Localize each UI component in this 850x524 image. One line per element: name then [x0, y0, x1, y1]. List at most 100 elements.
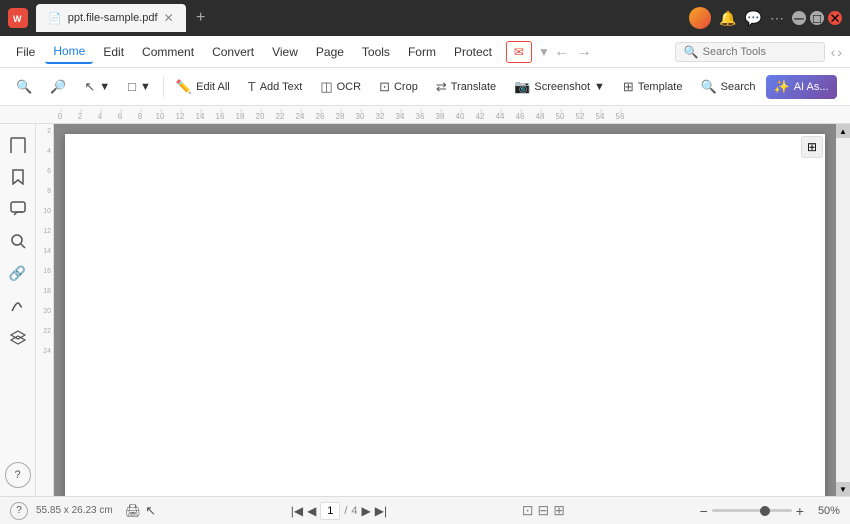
v-mark-4: 6: [47, 168, 51, 188]
total-pages: 4: [351, 505, 357, 517]
window-controls: ─ □ ✕: [792, 11, 842, 25]
menu-tools[interactable]: Tools: [354, 41, 398, 63]
screenshot-dropdown-icon: ▼: [594, 81, 605, 93]
menu-page[interactable]: Page: [308, 41, 352, 63]
search-tools-input[interactable]: [703, 46, 816, 58]
menu-file[interactable]: File: [8, 41, 43, 63]
last-page-button[interactable]: ▶|: [375, 504, 387, 518]
chat-icon[interactable]: 💬: [745, 10, 762, 27]
page-navigation: |◀ ◀ / 4 ▶ ▶|: [291, 502, 387, 520]
notification-icon[interactable]: 🔔: [719, 10, 736, 27]
ocr-label: OCR: [337, 81, 361, 93]
tab-close-icon[interactable]: ✕: [164, 11, 174, 25]
maximize-button[interactable]: □: [810, 11, 824, 25]
search-tools-bar[interactable]: 🔍: [675, 42, 825, 62]
document-area[interactable]: ⊞: [54, 124, 836, 496]
doc-corner-button[interactable]: ⊞: [801, 136, 823, 158]
ruler-mark-8: 8: [130, 112, 150, 121]
ruler-mark-2: 2: [70, 112, 90, 121]
v-mark-22: 24: [43, 348, 51, 368]
nav-back-icon[interactable]: ←: [554, 43, 570, 61]
add-text-icon: T: [248, 79, 256, 94]
nav-arrow-left-icon[interactable]: ‹: [831, 44, 836, 60]
menu-protect[interactable]: Protect: [446, 41, 500, 63]
zoom-plus-icon[interactable]: +: [796, 503, 804, 519]
page-number-input[interactable]: [320, 502, 340, 520]
search-label: Search: [721, 81, 756, 93]
ruler-mark-46: 46: [510, 112, 530, 121]
ruler-mark-44: 44: [490, 112, 510, 121]
ruler-mark-24: 24: [290, 112, 310, 121]
prev-page-button[interactable]: ◀: [307, 504, 316, 518]
zoom-out-button[interactable]: 🔍: [8, 75, 40, 99]
single-page-view-icon[interactable]: ⊡: [522, 502, 534, 519]
minimize-button[interactable]: ─: [792, 11, 806, 25]
v-mark-16: 18: [43, 288, 51, 308]
more-options-icon[interactable]: ⋯: [770, 10, 784, 27]
next-page-button[interactable]: ▶: [362, 504, 371, 518]
ruler-mark-30: 30: [350, 112, 370, 121]
menu-convert[interactable]: Convert: [204, 41, 262, 63]
edit-all-icon: ✏️: [176, 79, 192, 95]
translate-label: Translate: [451, 81, 496, 93]
search-button[interactable]: 🔍 Search: [692, 75, 763, 99]
profile-avatar[interactable]: [689, 7, 711, 29]
tool-attach[interactable]: 🔗: [5, 260, 31, 286]
nav-arrow-right-icon[interactable]: ›: [837, 44, 842, 60]
menu-view[interactable]: View: [264, 41, 306, 63]
template-button[interactable]: ⊞ Template: [615, 75, 691, 99]
tool-help[interactable]: ?: [5, 462, 31, 488]
rect-dropdown-icon: ▼: [140, 81, 151, 93]
scroll-down-button[interactable]: ▼: [836, 482, 850, 496]
scroll-up-button[interactable]: ▲: [836, 124, 850, 138]
cursor-icon[interactable]: ↖: [145, 503, 156, 519]
active-tab[interactable]: 📄 ppt.file-sample.pdf ✕: [36, 4, 186, 32]
menu-home[interactable]: Home: [45, 40, 93, 64]
bottom-bar: ? 55.85 x 26.23 cm 🖨 ↖ |◀ ◀ / 4 ▶ ▶| ⊡ ⊟…: [0, 496, 850, 524]
zoom-minus-icon[interactable]: −: [700, 503, 708, 519]
tool-layers[interactable]: [5, 324, 31, 350]
zoom-thumb[interactable]: [760, 506, 770, 516]
zoom-slider[interactable]: [712, 509, 792, 512]
email-button[interactable]: ✉: [506, 41, 532, 63]
page-tool-icon[interactable]: 🖨: [125, 503, 142, 519]
pdf-page: ⊞: [65, 134, 825, 496]
translate-button[interactable]: ⇄ Translate: [428, 75, 504, 99]
edit-all-label: Edit All: [196, 81, 230, 93]
rect-button[interactable]: □ ▼: [120, 75, 159, 98]
tool-signature[interactable]: [5, 292, 31, 318]
two-page-view-icon[interactable]: ⊞: [553, 502, 565, 519]
ruler-mark-48: 48: [530, 112, 550, 121]
new-tab-button[interactable]: +: [190, 7, 212, 29]
ruler-mark-12: 12: [170, 112, 190, 121]
ruler-mark-52: 52: [570, 112, 590, 121]
tab-file-icon: 📄: [48, 12, 62, 25]
rect-icon: □: [128, 79, 136, 94]
screenshot-button[interactable]: 📷 Screenshot ▼: [506, 75, 613, 99]
ai-button[interactable]: ✨ AI As...: [766, 75, 837, 99]
menu-edit[interactable]: Edit: [95, 41, 132, 63]
help-button[interactable]: ?: [10, 502, 28, 520]
nav-forward-icon[interactable]: →: [576, 43, 592, 61]
tool-comment[interactable]: [5, 196, 31, 222]
menu-form[interactable]: Form: [400, 41, 444, 63]
menu-comment[interactable]: Comment: [134, 41, 202, 63]
v-mark-12: 14: [43, 248, 51, 268]
zoom-in-button[interactable]: 🔎: [42, 75, 74, 99]
close-button[interactable]: ✕: [828, 11, 842, 25]
horizontal-ruler: 0 2 4 6 8 10 12 14 16 18 20 22 24 26 28 …: [0, 106, 850, 124]
select-button[interactable]: ↖ ▼: [76, 75, 118, 99]
dropdown-arrow-icon[interactable]: ▼: [538, 45, 550, 59]
add-text-button[interactable]: T Add Text: [240, 75, 311, 98]
first-page-button[interactable]: |◀: [291, 504, 303, 518]
select-icon: ↖: [84, 79, 95, 95]
right-scrollbar[interactable]: ▲ ▼: [836, 124, 850, 496]
separator-1: [163, 77, 164, 97]
crop-button[interactable]: ⊡ Crop: [371, 75, 426, 99]
tool-bookmark[interactable]: [5, 164, 31, 190]
continuous-view-icon[interactable]: ⊟: [538, 502, 550, 519]
tool-page-thumbnail[interactable]: [5, 132, 31, 158]
ocr-button[interactable]: ◫ OCR: [312, 75, 369, 99]
edit-all-button[interactable]: ✏️ Edit All: [168, 75, 238, 99]
tool-search-left[interactable]: [5, 228, 31, 254]
